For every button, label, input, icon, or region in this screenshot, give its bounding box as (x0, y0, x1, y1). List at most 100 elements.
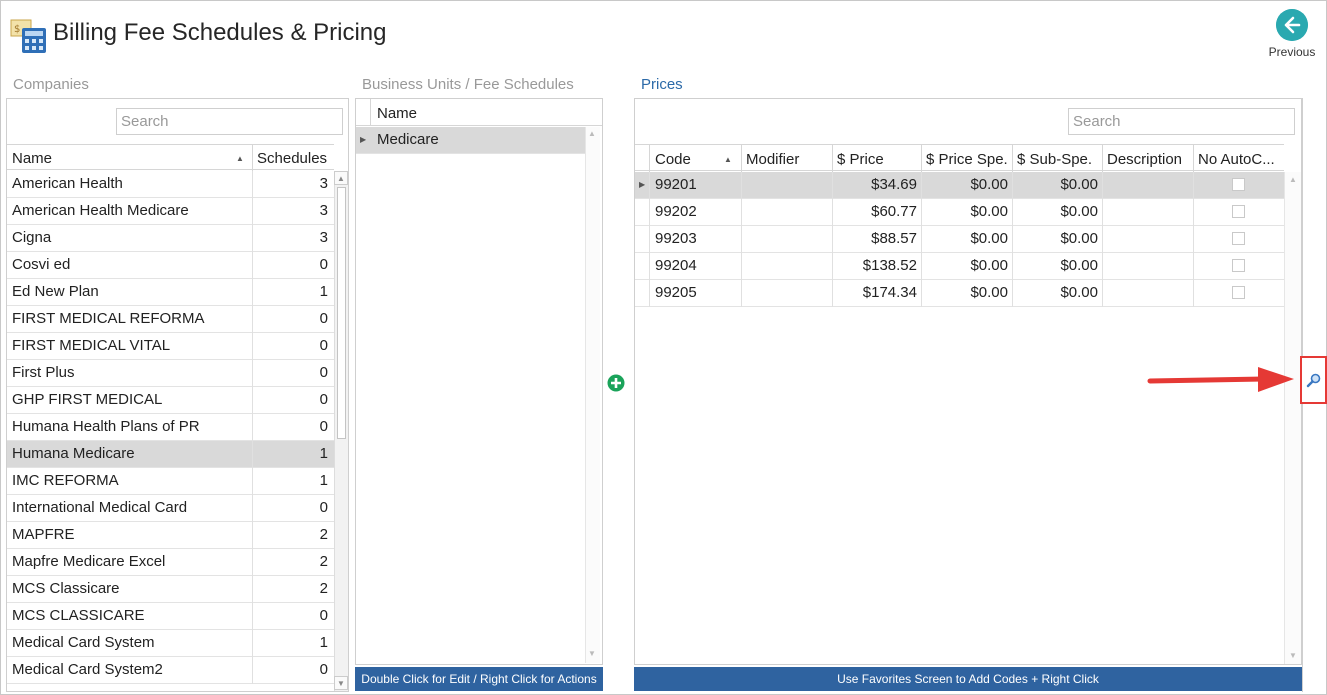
company-name: GHP FIRST MEDICAL (12, 391, 163, 408)
no-autoc-checkbox[interactable] (1232, 205, 1245, 218)
price-value: $138.52 (862, 257, 917, 274)
prices-section-label[interactable]: Prices (641, 76, 683, 93)
scroll-up-icon[interactable]: ▲ (334, 171, 348, 185)
price-modifier (746, 253, 830, 280)
price-code: 99203 (655, 230, 697, 247)
price-spe-value: $0.00 (970, 257, 1008, 274)
price-row[interactable]: ▶ 99201 $34.69 $0.00 $0.00 (635, 172, 1284, 199)
company-name: Medical Card System (12, 634, 155, 651)
scroll-up-icon[interactable]: ▲ (588, 129, 596, 138)
price-description (1107, 226, 1191, 253)
company-row[interactable]: Ed New Plan 1 (7, 279, 334, 306)
column-header-modifier[interactable]: Modifier (746, 151, 799, 168)
no-autoc-checkbox[interactable] (1232, 232, 1245, 245)
business-unit-row[interactable]: ▶ Medicare (356, 127, 585, 154)
previous-button[interactable]: Previous (1263, 9, 1321, 63)
company-row[interactable]: FIRST MEDICAL REFORMA 0 (7, 306, 334, 333)
column-header-schedules[interactable]: Schedules (257, 150, 327, 167)
app-window: $ Billing Fee Schedules & Pricing Previo… (0, 0, 1327, 695)
price-value: $174.34 (862, 284, 917, 301)
company-schedules-count: 0 (319, 364, 328, 381)
company-name: International Medical Card (12, 499, 188, 516)
svg-text:$: $ (14, 24, 20, 35)
column-header-sub-spe[interactable]: $ Sub-Spe. (1017, 151, 1092, 168)
company-row[interactable]: IMC REFORMA 1 (7, 468, 334, 495)
company-name: Ed New Plan (12, 283, 99, 300)
price-code: 99201 (655, 176, 697, 193)
no-autoc-checkbox[interactable] (1232, 286, 1245, 299)
annotation-arrow-icon (1147, 367, 1294, 392)
company-row[interactable]: Cigna 3 (7, 225, 334, 252)
column-header-no-autoc[interactable]: No AutoC... (1198, 151, 1275, 168)
column-header-name[interactable]: Name (377, 105, 417, 122)
scroll-down-icon[interactable]: ▼ (334, 676, 348, 690)
column-header-price-spe[interactable]: $ Price Spe. (926, 151, 1008, 168)
company-row[interactable]: MCS CLASSICARE 0 (7, 603, 334, 630)
company-schedules-count: 0 (319, 499, 328, 516)
column-header-name[interactable]: Name (12, 150, 52, 167)
search-panel-toggle[interactable] (1300, 356, 1327, 404)
price-modifier (746, 280, 830, 307)
sort-ascending-icon: ▲ (724, 155, 732, 164)
scroll-thumb[interactable] (337, 187, 346, 439)
company-row[interactable]: First Plus 0 (7, 360, 334, 387)
prices-scrollbar[interactable]: ▲ ▼ (1284, 172, 1301, 664)
scroll-down-icon[interactable]: ▼ (588, 649, 596, 658)
companies-scrollbar[interactable]: ▲ ▼ (334, 171, 348, 691)
scroll-down-icon[interactable]: ▼ (1289, 651, 1297, 660)
company-schedules-count: 1 (319, 283, 328, 300)
price-row[interactable]: 99204 $138.52 $0.00 $0.00 (635, 253, 1284, 280)
company-row[interactable]: Medical Card System2 0 (7, 657, 334, 684)
magnifier-icon (1306, 373, 1321, 388)
company-schedules-count: 0 (319, 256, 328, 273)
price-modifier (746, 172, 830, 199)
company-row[interactable]: Cosvi ed 0 (7, 252, 334, 279)
column-header-description[interactable]: Description (1107, 151, 1182, 168)
price-code: 99204 (655, 257, 697, 274)
company-row[interactable]: American Health Medicare 3 (7, 198, 334, 225)
companies-search-input[interactable]: Search (116, 108, 343, 135)
company-row[interactable]: International Medical Card 0 (7, 495, 334, 522)
company-name: FIRST MEDICAL REFORMA (12, 310, 205, 327)
sort-ascending-icon: ▲ (236, 154, 244, 163)
column-header-code[interactable]: Code (655, 151, 691, 168)
companies-header: Name ▲ Schedules (7, 144, 334, 171)
price-description (1107, 280, 1191, 307)
price-spe-value: $0.00 (970, 284, 1008, 301)
company-schedules-count: 3 (319, 229, 328, 246)
company-row[interactable]: Mapfre Medicare Excel 2 (7, 549, 334, 576)
no-autoc-checkbox[interactable] (1232, 259, 1245, 272)
company-row[interactable]: American Health 3 (7, 171, 334, 198)
calculator-icon: $ (10, 19, 46, 53)
add-icon[interactable] (607, 374, 625, 392)
company-row[interactable]: Humana Health Plans of PR 0 (7, 414, 334, 441)
company-row[interactable]: GHP FIRST MEDICAL 0 (7, 387, 334, 414)
sub-spe-value: $0.00 (1060, 203, 1098, 220)
company-schedules-count: 3 (319, 175, 328, 192)
company-row[interactable]: MAPFRE 2 (7, 522, 334, 549)
sub-spe-value: $0.00 (1060, 284, 1098, 301)
company-schedules-count: 0 (319, 607, 328, 624)
price-code: 99202 (655, 203, 697, 220)
price-row[interactable]: 99203 $88.57 $0.00 $0.00 (635, 226, 1284, 253)
column-header-price[interactable]: $ Price (837, 151, 884, 168)
company-row[interactable]: MCS Classicare 2 (7, 576, 334, 603)
no-autoc-checkbox[interactable] (1232, 178, 1245, 191)
price-value: $34.69 (871, 176, 917, 193)
price-row[interactable]: 99202 $60.77 $0.00 $0.00 (635, 199, 1284, 226)
scroll-up-icon[interactable]: ▲ (1289, 175, 1297, 184)
company-schedules-count: 1 (319, 445, 328, 462)
company-row[interactable]: Humana Medicare 1 (7, 441, 334, 468)
company-row[interactable]: Medical Card System 1 (7, 630, 334, 657)
company-row[interactable]: FIRST MEDICAL VITAL 0 (7, 333, 334, 360)
business-units-header: Name (356, 99, 602, 126)
company-name: Humana Medicare (12, 445, 135, 462)
company-schedules-count: 3 (319, 202, 328, 219)
company-name: First Plus (12, 364, 75, 381)
business-units-scrollbar[interactable]: ▲ ▼ (585, 127, 600, 663)
arrow-left-icon (1276, 9, 1308, 41)
company-name: American Health (12, 175, 123, 192)
price-row[interactable]: 99205 $174.34 $0.00 $0.00 (635, 280, 1284, 307)
sub-spe-value: $0.00 (1060, 257, 1098, 274)
prices-search-input[interactable]: Search (1068, 108, 1295, 135)
